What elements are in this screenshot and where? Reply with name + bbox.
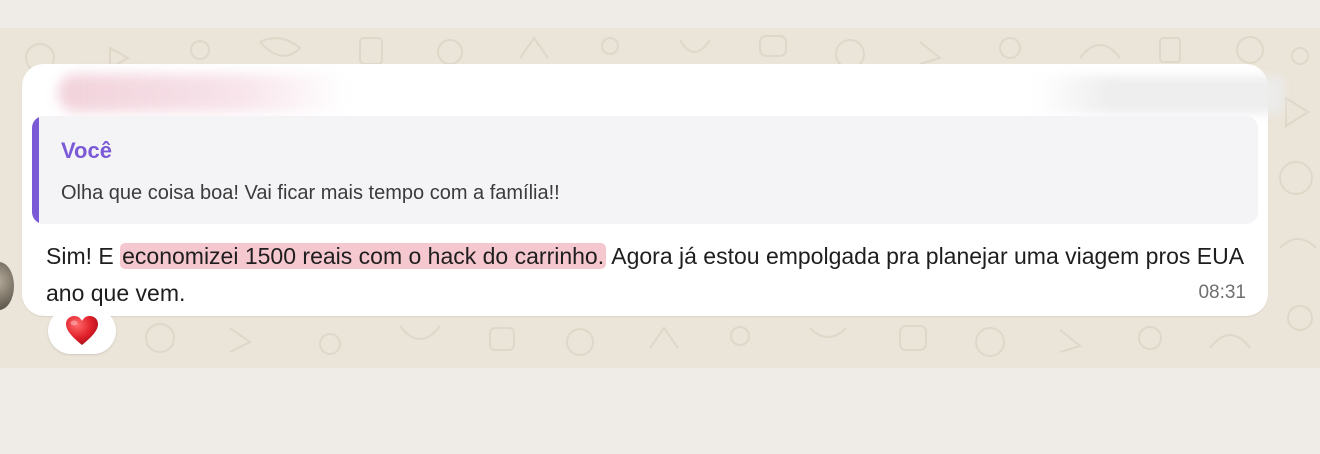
page-bottom-area — [0, 368, 1320, 454]
quote-text: Olha que coisa boa! Vai ficar mais tempo… — [61, 182, 560, 204]
reaction-badge[interactable] — [48, 308, 116, 354]
quote-author: Você — [61, 138, 112, 163]
message-text: Sim! E economizei 1500 reais com o hack … — [46, 238, 1246, 312]
highlighted-text: economizei 1500 reais com o hack do carr… — [120, 243, 607, 269]
redacted-area — [1034, 76, 1284, 114]
quoted-message[interactable]: Você Olha que coisa boa! Vai ficar mais … — [32, 116, 1258, 224]
message-timestamp: 08:31 — [1198, 282, 1246, 303]
redacted-sender-name — [58, 74, 348, 112]
heart-icon — [66, 316, 98, 345]
quote-accent-bar — [32, 116, 39, 224]
message-bubble[interactable]: Você Olha que coisa boa! Vai ficar mais … — [22, 64, 1284, 316]
message-text-start: Sim! E — [46, 243, 121, 269]
